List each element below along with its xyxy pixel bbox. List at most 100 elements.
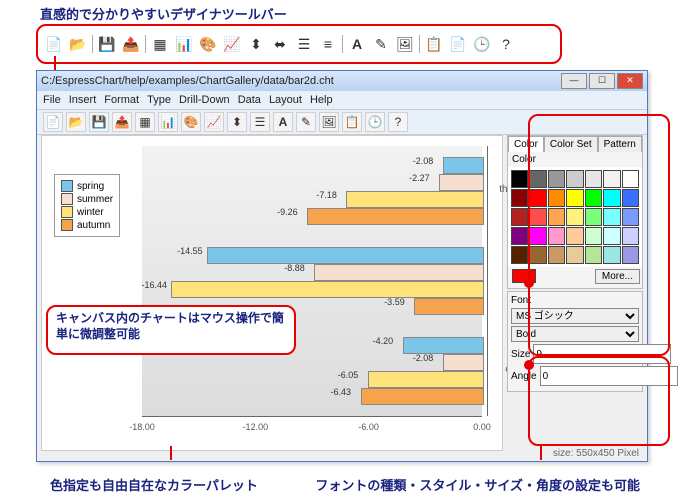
win-trend-icon[interactable]: 📈 <box>204 112 224 132</box>
menu-help[interactable]: Help <box>310 94 333 106</box>
leader-line <box>540 446 542 460</box>
sort-desc-icon[interactable]: ⬌ <box>270 34 290 54</box>
bar[interactable] <box>414 298 484 315</box>
trend-icon[interactable]: 📈 <box>222 34 242 54</box>
bar[interactable] <box>314 264 484 281</box>
annotation-palette: 色指定も自由自在なカラーパレット <box>50 475 258 494</box>
time-icon[interactable]: 🕒 <box>472 34 492 54</box>
bar[interactable] <box>443 157 484 174</box>
designer-toolbar: 📄 📂 💾 📤 ▦ 📊 🎨 📈 ⬍ ⬌ ☰ ≡ A ✎ 🖼 📋 📄 🕒 ? <box>36 24 562 64</box>
x-tick-label: 0.00 <box>473 422 491 432</box>
win-sort-icon[interactable]: ⬍ <box>227 112 247 132</box>
maximize-button[interactable]: ☐ <box>589 73 615 89</box>
pen-icon[interactable]: ✎ <box>371 34 391 54</box>
bar-label: -8.88 <box>284 263 305 273</box>
win-palette-icon[interactable]: 🎨 <box>181 112 201 132</box>
plot-area[interactable]: -2.08-2.27-7.18-9.26three-14.55-8.88-16.… <box>142 146 482 416</box>
menu-format[interactable]: Format <box>104 94 139 106</box>
menu-drilldown[interactable]: Drill-Down <box>179 94 230 106</box>
win-list-icon[interactable]: ☰ <box>250 112 270 132</box>
bar[interactable] <box>346 191 484 208</box>
numbered-list-icon[interactable]: ≡ <box>318 34 338 54</box>
paste-icon[interactable]: 📄 <box>448 34 468 54</box>
bar-label: -7.18 <box>316 190 337 200</box>
win-copy-icon[interactable]: 📋 <box>342 112 362 132</box>
annotation-toolbar: 直感的で分かりやすいデザイナツールバー <box>40 4 287 23</box>
open-icon[interactable]: 📂 <box>68 34 88 54</box>
bar-label: -4.20 <box>373 336 394 346</box>
win-export-icon[interactable]: 📤 <box>112 112 132 132</box>
palette-icon[interactable]: 🎨 <box>198 34 218 54</box>
win-help-icon[interactable]: ? <box>388 112 408 132</box>
bar[interactable] <box>368 371 484 388</box>
x-axis <box>142 416 482 417</box>
color-swatch[interactable] <box>511 170 528 188</box>
chart-type-icon[interactable]: 📊 <box>174 34 194 54</box>
win-pen-icon[interactable]: ✎ <box>296 112 316 132</box>
bar[interactable] <box>207 247 484 264</box>
menu-layout[interactable]: Layout <box>269 94 302 106</box>
win-image-icon[interactable]: 🖼 <box>319 112 339 132</box>
bar[interactable] <box>361 388 484 405</box>
legend-item[interactable]: winter <box>61 206 113 218</box>
bar[interactable] <box>171 281 484 298</box>
export-icon[interactable]: 📤 <box>121 34 141 54</box>
legend-item[interactable]: summer <box>61 193 113 205</box>
legend-item[interactable]: autumn <box>61 219 113 231</box>
menu-insert[interactable]: Insert <box>69 94 97 106</box>
annotation-font: フォントの種類・スタイル・サイズ・角度の設定も可能 <box>315 475 640 494</box>
win-grid-icon[interactable]: ▦ <box>135 112 155 132</box>
color-swatch[interactable] <box>511 227 528 245</box>
grid-icon[interactable]: ▦ <box>150 34 170 54</box>
y-axis <box>487 146 488 416</box>
bar-label: -2.08 <box>413 156 434 166</box>
legend-item[interactable]: spring <box>61 180 113 192</box>
window-title: C:/EspressChart/help/examples/ChartGalle… <box>41 75 334 87</box>
bar-label: -6.43 <box>331 387 352 397</box>
win-time-icon[interactable]: 🕒 <box>365 112 385 132</box>
x-tick-label: -6.00 <box>358 422 379 432</box>
bar-label: -2.27 <box>409 173 430 183</box>
close-button[interactable]: ✕ <box>617 73 643 89</box>
win-save-icon[interactable]: 💾 <box>89 112 109 132</box>
sort-asc-icon[interactable]: ⬍ <box>246 34 266 54</box>
bar[interactable] <box>307 208 484 225</box>
color-swatch[interactable] <box>511 208 528 226</box>
menu-data[interactable]: Data <box>238 94 261 106</box>
annotation-canvas: キャンバス内のチャートはマウス操作で簡単に微調整可能 <box>46 305 296 355</box>
bar[interactable] <box>439 174 484 191</box>
status-bar: size: 550x450 Pixel <box>553 448 639 459</box>
help-icon[interactable]: ? <box>496 34 516 54</box>
menu-type[interactable]: Type <box>147 94 171 106</box>
minimize-button[interactable]: — <box>561 73 587 89</box>
bar-label: -9.26 <box>277 207 298 217</box>
win-chart-icon[interactable]: 📊 <box>158 112 178 132</box>
new-icon[interactable]: 📄 <box>44 34 64 54</box>
x-tick-label: -12.00 <box>243 422 269 432</box>
menu-bar: File Insert Format Type Drill-Down Data … <box>37 91 647 109</box>
copy-icon[interactable]: 📋 <box>424 34 444 54</box>
title-bar: C:/EspressChart/help/examples/ChartGalle… <box>37 71 647 91</box>
bar-label: -16.44 <box>141 280 167 290</box>
win-text-icon[interactable]: A <box>273 112 293 132</box>
bar-label: -3.59 <box>384 297 405 307</box>
color-swatch[interactable] <box>511 246 528 264</box>
bar[interactable] <box>443 354 484 371</box>
legend[interactable]: springsummerwinterautumn <box>54 174 120 237</box>
leader-line <box>170 446 172 460</box>
color-swatch[interactable] <box>511 189 528 207</box>
win-open-icon[interactable]: 📂 <box>66 112 86 132</box>
text-icon[interactable]: A <box>347 34 367 54</box>
leader-dot <box>524 278 534 288</box>
list-icon[interactable]: ☰ <box>294 34 314 54</box>
bar-label: -2.08 <box>413 353 434 363</box>
size-label: Size <box>511 349 530 360</box>
bar-label: -14.55 <box>177 246 203 256</box>
menu-file[interactable]: File <box>43 94 61 106</box>
chart-canvas[interactable]: -2.08-2.27-7.18-9.26three-14.55-8.88-16.… <box>41 135 503 451</box>
save-icon[interactable]: 💾 <box>97 34 117 54</box>
x-tick-label: -18.00 <box>129 422 155 432</box>
bar[interactable] <box>403 337 484 354</box>
image-icon[interactable]: 🖼 <box>395 34 415 54</box>
win-new-icon[interactable]: 📄 <box>43 112 63 132</box>
